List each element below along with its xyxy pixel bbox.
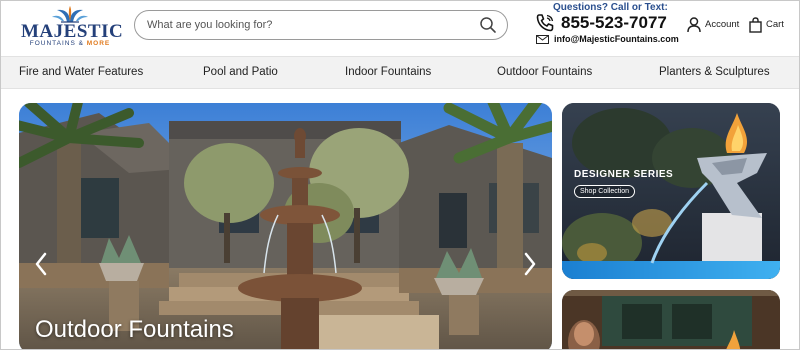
user-icon (687, 17, 701, 33)
nav-item-planters-sculptures[interactable]: Planters & Sculptures (659, 66, 770, 78)
cart-label: Cart (766, 19, 784, 30)
mail-icon (536, 35, 549, 44)
hero-next-button[interactable] (520, 249, 540, 279)
logo-tagline-accent: MORE (86, 40, 111, 47)
search-input[interactable] (147, 15, 467, 35)
logo-tagline-text: FOUNTAINS & (29, 40, 87, 47)
site-header: MAJESTIC FOUNTAINS & MORE Questions? Cal… (1, 1, 799, 56)
chevron-right-icon (524, 252, 536, 276)
nav-item-pool-and-patio[interactable]: Pool and Patio (203, 66, 278, 78)
contact-question: Questions? Call or Text: (553, 2, 668, 13)
account-label: Account (705, 19, 740, 30)
promo-card-secondary[interactable] (562, 290, 780, 349)
designer-series-card[interactable]: DESIGNER SERIES Shop Collection (562, 103, 780, 279)
nav-item-outdoor-fountains[interactable]: Outdoor Fountains (497, 66, 592, 78)
logo-tagline: FOUNTAINS & MORE (21, 40, 119, 47)
phone-link[interactable]: 855-523-7077 (561, 13, 667, 33)
designer-series-title: DESIGNER SERIES (574, 169, 674, 180)
search-button[interactable] (479, 16, 499, 34)
hero-title: Outdoor Fountains (35, 316, 234, 343)
phone-icon (536, 14, 554, 32)
contact-block: Questions? Call or Text: 855-523-7077 in… (533, 1, 679, 51)
promo-card-image (562, 290, 780, 349)
shop-collection-button[interactable]: Shop Collection (574, 185, 636, 198)
search-icon (480, 17, 496, 33)
nav-item-indoor-fountains[interactable]: Indoor Fountains (345, 66, 431, 78)
search-bar (134, 10, 508, 40)
main-nav: Fire and Water Features Pool and Patio I… (1, 56, 799, 89)
chevron-left-icon (35, 252, 47, 276)
hero-prev-button[interactable] (31, 249, 51, 279)
shopping-bag-icon (749, 17, 762, 33)
nav-item-fire-and-water[interactable]: Fire and Water Features (19, 66, 143, 78)
email-link[interactable]: info@MajesticFountains.com (554, 34, 679, 44)
logo[interactable]: MAJESTIC FOUNTAINS & MORE (21, 5, 123, 51)
page: MAJESTIC FOUNTAINS & MORE Questions? Cal… (0, 0, 800, 350)
hero-banner[interactable]: Outdoor Fountains (19, 103, 552, 349)
hero-image (19, 103, 552, 349)
